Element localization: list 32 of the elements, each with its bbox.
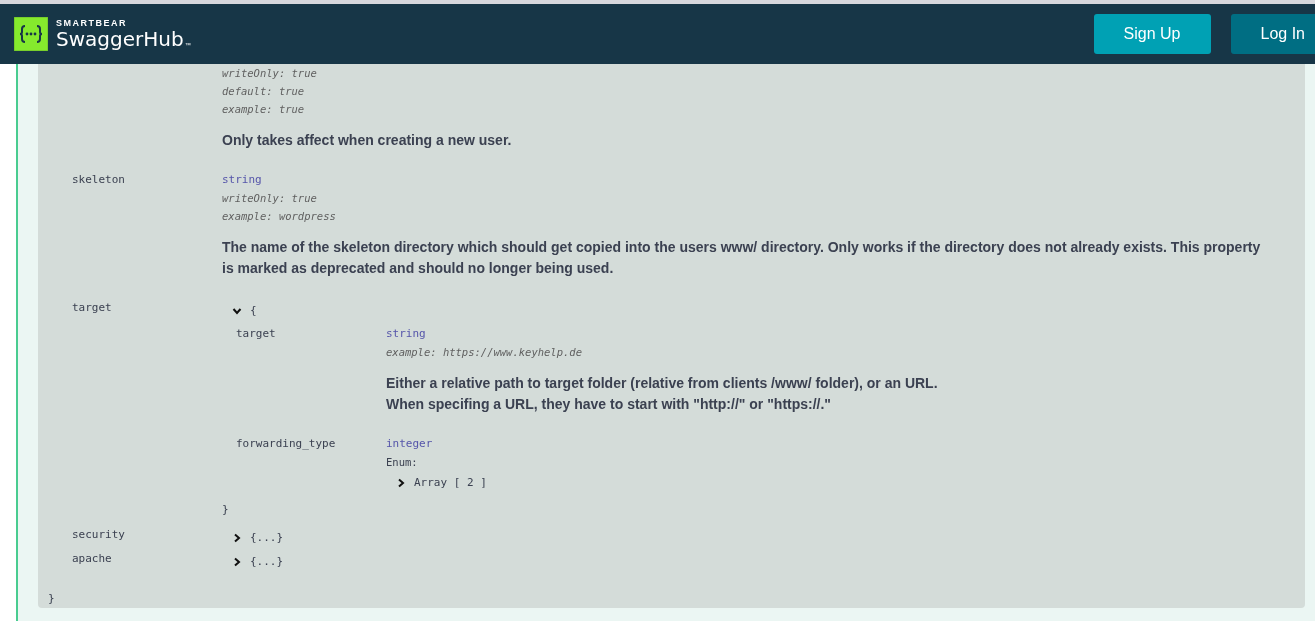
property-meta: example: wordpress	[222, 209, 337, 224]
log-in-button[interactable]: Log In	[1230, 14, 1315, 54]
chevron-icon[interactable]	[232, 556, 242, 567]
property-meta: example: https://www.keyhelp.de	[386, 345, 583, 360]
property-name: forwarding_type	[235, 436, 337, 452]
property-type: string	[222, 172, 263, 188]
chevron-icon[interactable]	[396, 477, 406, 488]
property-meta: default: true	[222, 84, 306, 99]
property-meta: example: true	[222, 102, 306, 117]
close-brace: }	[222, 503, 230, 516]
enum-label: Enum:	[386, 455, 419, 470]
product-name: SwaggerHub	[56, 28, 184, 50]
chevron-icon[interactable]	[232, 532, 242, 543]
close-brace: }	[48, 592, 56, 605]
object-summary[interactable]: {...}	[250, 555, 284, 568]
property-description: The name of the skeleton directory which should get copied into the users www/ directory. Only works if the directory does not already exists. This property is marked as deprecated and should no longer being used.	[222, 238, 1262, 278]
property-name: target	[71, 300, 113, 316]
property-name: apache	[71, 551, 113, 567]
brand-name: SMARTBEAR	[56, 18, 128, 28]
property-description: Either a relative path to target folder (relative from clients /www/ folder), or an URL. When specifing a URL, they have to start with "http://" or "https://."	[386, 374, 939, 414]
property-meta: writeOnly: true	[222, 66, 318, 81]
object-summary[interactable]: {...}	[250, 531, 284, 544]
array-toggle[interactable]: Array [ 2 ]	[414, 476, 487, 489]
property-name: security	[71, 527, 126, 543]
property-name: skeleton	[71, 172, 126, 188]
property-name: target	[235, 326, 277, 342]
property-type: integer	[386, 436, 434, 452]
open-brace: {	[250, 304, 257, 317]
logo-icon[interactable]	[14, 17, 48, 51]
property-type: string	[386, 326, 427, 342]
property-meta: writeOnly: true	[222, 191, 318, 206]
property-description: Only takes affect when creating a new user.	[222, 131, 513, 150]
